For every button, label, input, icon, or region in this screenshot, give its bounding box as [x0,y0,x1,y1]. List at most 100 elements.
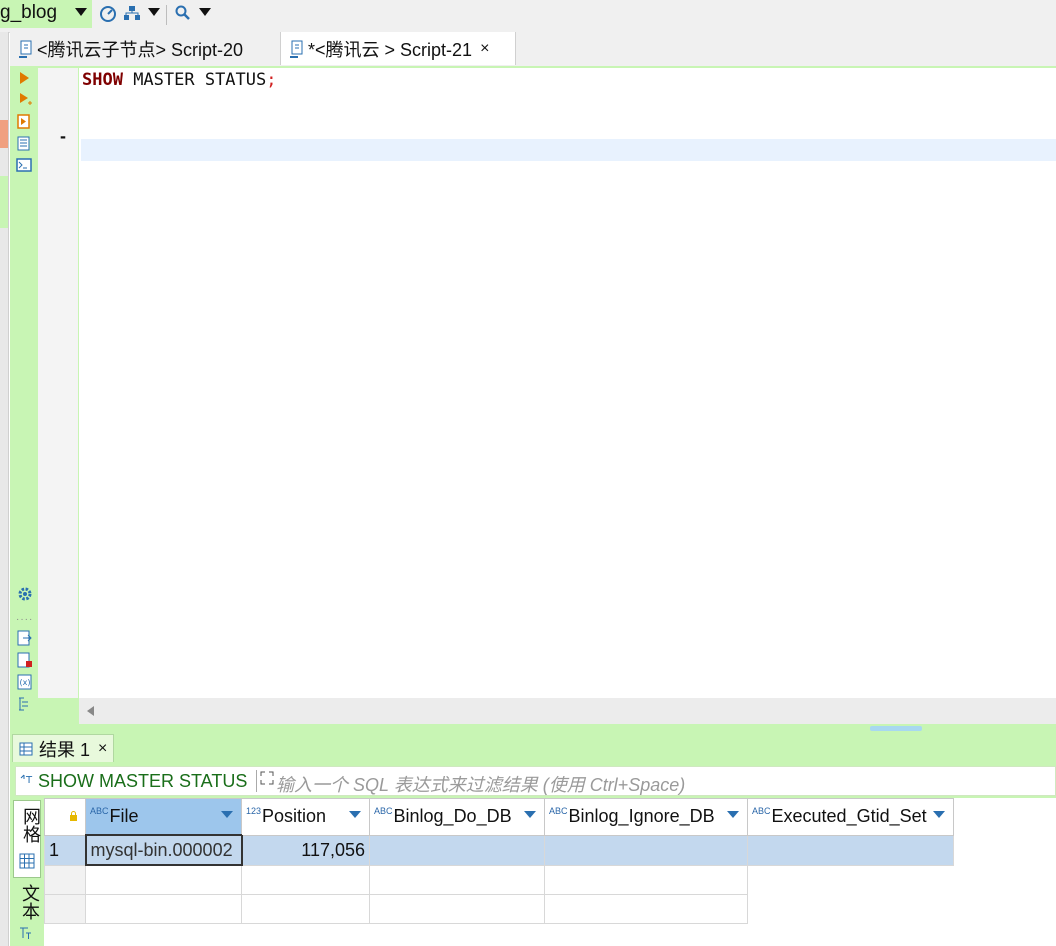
chevron-down-icon[interactable] [349,811,361,818]
svg-text:T: T [25,775,33,786]
chevron-down-icon[interactable] [221,811,233,818]
type-tag: 123 [246,806,262,817]
scroll-left-icon[interactable] [85,705,95,717]
filter-placeholder: 输入一个 SQL 表达式来过滤结果 (使用 Ctrl+Space) [276,775,686,795]
sql-script-icon [290,40,303,58]
type-tag: ABC [549,806,568,817]
text-view-icon [20,927,31,939]
separator-dots: ···· [16,614,34,625]
column-header-position[interactable]: 123Position [241,798,370,836]
chevron-down-icon[interactable] [148,8,160,16]
splitter-handle[interactable] [870,726,922,731]
editor-action-ruler: ···· (x) [12,68,38,724]
empty-cell [85,894,242,924]
empty-cell [369,894,545,924]
results-grid: ABCFile 123Position ABCBinlog_Do_DB ABCB… [44,798,1056,946]
dashboard-icon[interactable] [99,4,117,22]
execute-script-icon[interactable] [17,114,31,130]
sql-text-icon: T [20,774,33,786]
column-header-binlog-do-db[interactable]: ABCBinlog_Do_DB [369,798,545,836]
tab-script-20[interactable]: <腾讯云子节点> Script-20 [10,32,280,65]
table-icon [19,742,33,755]
panel-marker [0,120,8,148]
empty-cell [544,864,748,895]
cell-file[interactable]: mysql-bin.000002 [84,834,243,866]
cell-binlog-do-db[interactable] [369,834,545,866]
results-tab-bar: 结果 1 × [10,732,1056,764]
chevron-down-icon[interactable] [727,811,739,818]
tab-label: 结果 1 [39,739,91,760]
grid-icon [19,853,35,869]
filter-bar: T SHOW MASTER STATUS 输入一个 SQL 表达式来过滤结果 (… [10,764,1056,798]
tab-label: <腾讯云子节点> Script-20 [37,39,244,60]
empty-row [44,864,954,895]
text-view-button[interactable]: 文本 [13,882,41,946]
outline-icon[interactable] [17,696,33,712]
filter-divider [256,770,257,792]
close-icon[interactable]: × [480,40,489,58]
filter-input-box[interactable]: T SHOW MASTER STATUS 输入一个 SQL 表达式来过滤结果 (… [15,766,1056,796]
sql-editor[interactable] [79,68,1056,698]
variables-icon[interactable]: (x) [17,674,33,690]
code-line[interactable]: SHOW MASTER STATUS; [82,70,277,90]
tab-script-21[interactable]: *<腾讯云 > Script-21 × [280,32,516,65]
text-view-label: 文本 [20,884,40,920]
cell-binlog-ignore-db[interactable] [544,834,748,866]
fold-marker: - [60,126,66,146]
empty-cell [241,864,370,895]
grid-view-button[interactable]: 网格 [13,800,41,878]
column-header-file[interactable]: ABCFile [85,798,242,836]
export-icon[interactable] [17,630,33,646]
column-header-executed-gtid-set[interactable]: ABCExecuted_Gtid_Set [747,798,954,836]
row-number[interactable]: 1 [44,834,86,866]
column-header-binlog-ignore-db[interactable]: ABCBinlog_Ignore_DB [544,798,748,836]
database-selector[interactable]: g_blog [0,0,92,28]
empty-cell [85,864,242,895]
column-label: Binlog_Do_DB [393,806,512,827]
file-error-icon[interactable] [17,652,33,668]
tab-label: *<腾讯云 > Script-21 [308,39,473,60]
chevron-down-icon[interactable] [524,811,536,818]
table-row[interactable]: 1 mysql-bin.000002 117,056 [44,834,954,866]
sql-keyword: SHOW [82,70,123,90]
sql-semicolon: ; [266,70,277,90]
grid-view-label: 网格 [21,807,41,843]
row-number-header[interactable] [44,798,86,836]
type-tag: ABC [752,806,771,817]
row-number [44,864,86,895]
horizontal-scrollbar[interactable] [79,698,1056,724]
row-number [44,894,86,924]
tab-results-1[interactable]: 结果 1 × [12,734,114,762]
close-icon[interactable]: × [98,740,107,758]
column-label: Binlog_Ignore_DB [568,806,715,827]
empty-cell [369,864,545,895]
chevron-down-icon[interactable] [75,8,87,16]
empty-row [44,894,954,924]
gear-icon[interactable] [17,586,33,602]
cell-executed-gtid-set[interactable] [747,834,954,866]
empty-cell [241,894,370,924]
toolbar-divider [166,5,167,25]
empty-cell [748,895,954,924]
left-panel-edge [0,32,9,946]
lock-icon [70,811,77,821]
sql-text: MASTER STATUS [122,70,267,90]
current-line-highlight [81,139,1056,161]
expand-icon[interactable] [260,771,274,785]
line-gutter: - [38,68,78,698]
console-icon[interactable] [16,158,32,172]
column-label: File [109,806,139,826]
query-label: SHOW MASTER STATUS [38,771,248,791]
cell-position[interactable]: 117,056 [241,834,370,866]
explain-plan-icon[interactable] [17,136,31,152]
execute-statement-icon[interactable] [18,71,30,85]
editor-tab-bar: <腾讯云子节点> Script-20 *<腾讯云 > Script-21 × [10,32,1056,67]
svg-text:(x): (x) [20,678,31,687]
execute-in-new-tab-icon[interactable] [18,92,32,106]
chevron-down-icon[interactable] [199,8,211,16]
empty-cell [748,865,954,895]
network-icon[interactable] [123,4,141,22]
search-icon[interactable] [175,5,191,21]
chevron-down-icon[interactable] [933,811,945,818]
database-name: g_blog [0,2,58,23]
